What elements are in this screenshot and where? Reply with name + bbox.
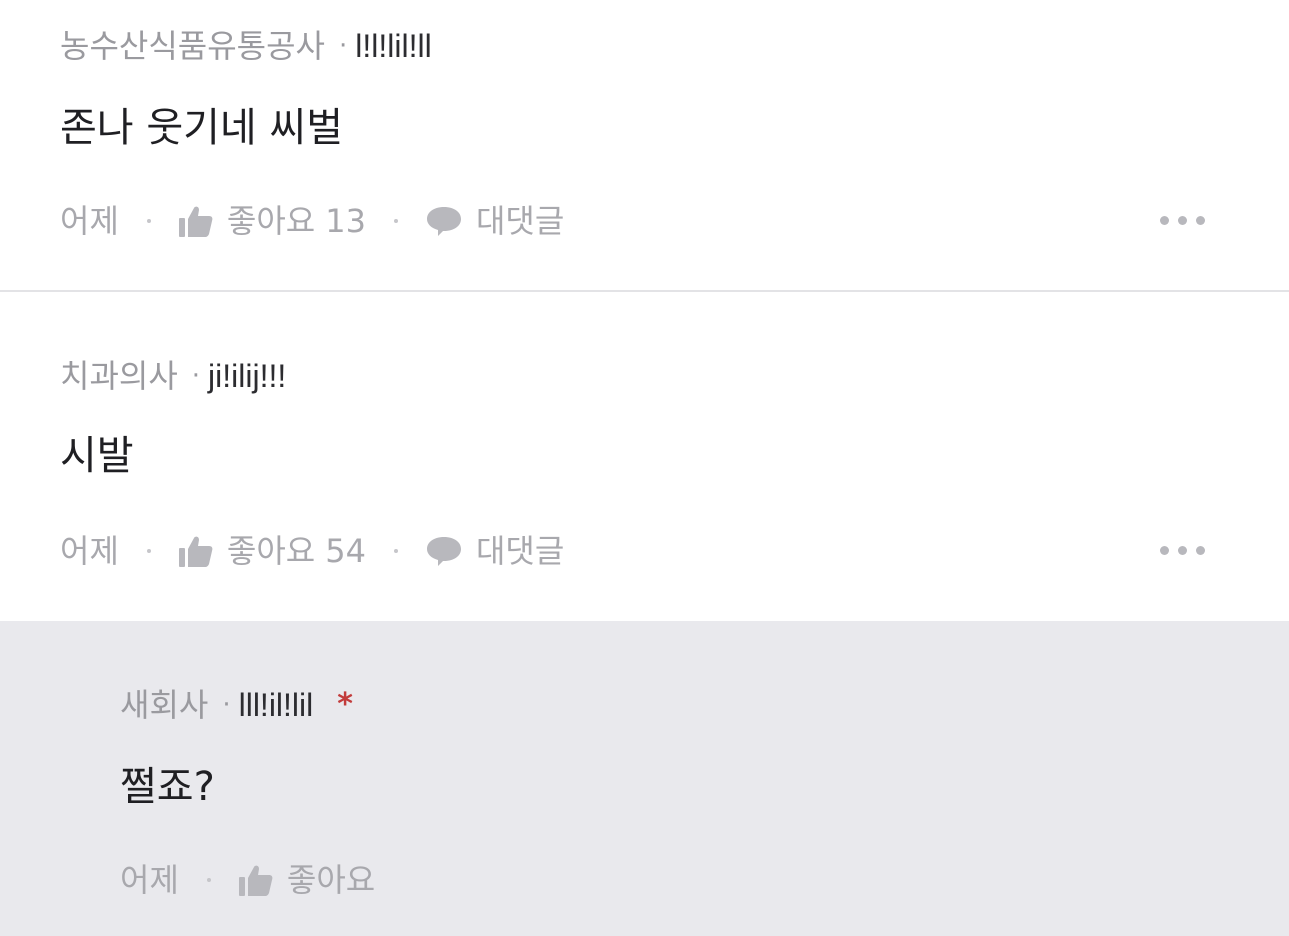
- meta-separator: ·: [338, 31, 348, 61]
- reply-button[interactable]: 대댓글: [426, 531, 564, 571]
- meta-separator: ·: [222, 690, 231, 720]
- reply-button[interactable]: 대댓글: [426, 201, 564, 241]
- like-button[interactable]: 좋아요 54: [178, 531, 366, 571]
- action-separator: [146, 219, 151, 223]
- reply-item: 새회사 · lll!il!lil * 쩔죠? 어제 좋아요: [0, 621, 1289, 936]
- action-separator: [393, 549, 398, 553]
- comment-meta: 치과의사 · ji!ilij!!!: [60, 356, 286, 396]
- author-nickname[interactable]: lll!il!lil: [239, 685, 314, 725]
- like-label: 좋아요: [286, 861, 376, 899]
- action-separator: [146, 549, 151, 553]
- comment-actions: 어제 좋아요 54 대댓글: [60, 531, 564, 571]
- reply-actions: 어제 좋아요: [120, 860, 375, 900]
- action-separator: [393, 219, 398, 223]
- author-mark: *: [337, 687, 353, 722]
- comment-body: 시발: [60, 433, 134, 479]
- reply-meta: 새회사 · lll!il!lil *: [120, 685, 353, 725]
- more-options-icon[interactable]: [1160, 546, 1205, 555]
- reply-time: 어제: [120, 861, 179, 899]
- meta-separator: ·: [191, 361, 201, 391]
- speech-bubble-icon: [426, 205, 462, 237]
- company-name: 치과의사: [60, 357, 178, 395]
- comment-item: 치과의사 · ji!ilij!!! 시발 어제 좋아요 54 대댓글: [0, 294, 1289, 621]
- reply-label: 대댓글: [475, 202, 565, 240]
- comment-actions: 어제 좋아요 13 대댓글: [60, 201, 564, 241]
- like-label: 좋아요: [226, 532, 316, 570]
- author-nickname[interactable]: ji!ilij!!!: [208, 356, 286, 396]
- reply-body: 쩔죠?: [120, 764, 215, 810]
- like-button[interactable]: 좋아요 13: [178, 201, 366, 241]
- comment-meta: 농수산식품유통공사 · l!l!lil!ll: [60, 26, 432, 66]
- comment-time: 어제: [60, 202, 119, 240]
- like-label: 좋아요: [226, 202, 316, 240]
- thumbs-up-icon: [238, 864, 273, 896]
- company-name: 농수산식품유통공사: [60, 27, 325, 65]
- like-count: 54: [325, 532, 366, 570]
- more-options-icon[interactable]: [1160, 216, 1205, 225]
- reply-label: 대댓글: [475, 532, 565, 570]
- company-name: 새회사: [120, 686, 209, 724]
- comment-item: 농수산식품유통공사 · l!l!lil!ll 존나 웃기네 씨벌 어제 좋아요 …: [0, 0, 1289, 292]
- thumbs-up-icon: [178, 205, 213, 237]
- thumbs-up-icon: [178, 535, 213, 567]
- action-separator: [206, 878, 211, 882]
- author-nickname[interactable]: l!l!lil!ll: [355, 26, 431, 66]
- like-count: 13: [325, 202, 366, 240]
- comment-time: 어제: [60, 532, 119, 570]
- comment-body: 존나 웃기네 씨벌: [60, 105, 344, 151]
- like-button[interactable]: 좋아요: [238, 860, 376, 900]
- speech-bubble-icon: [426, 535, 462, 567]
